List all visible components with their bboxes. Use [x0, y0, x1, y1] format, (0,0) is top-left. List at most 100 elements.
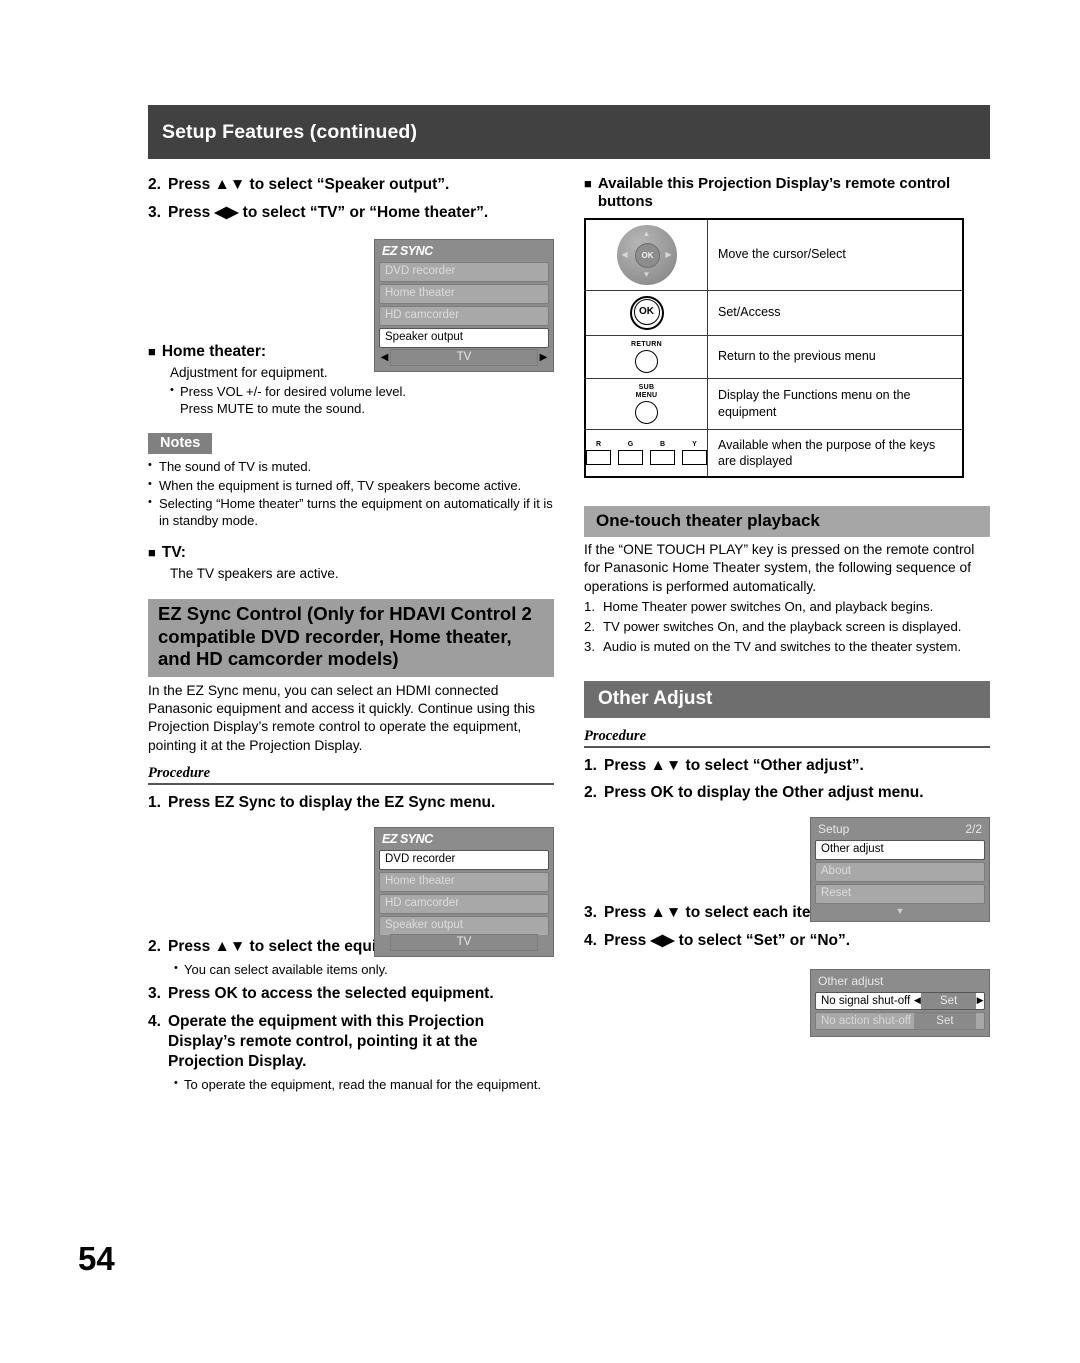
procedure-block-left: Procedure — [148, 765, 554, 786]
sub-menu-button-icon[interactable]: SUB MENU — [586, 384, 707, 424]
return-cell: RETURN — [584, 334, 708, 379]
one-touch-step-1: 1. Home Theater power switches On, and p… — [584, 598, 990, 615]
osd-row-label: No signal shut-off — [821, 994, 911, 1007]
procedure-label: Procedure — [148, 765, 211, 782]
step-4-note: • To operate the equipment, read the man… — [174, 1076, 554, 1093]
note-item: • The sound of TV is muted. — [148, 458, 554, 475]
osd-row-label: No action shut-off — [821, 1014, 911, 1027]
bullet-dot-icon: • — [148, 459, 152, 472]
home-theater-bullet-2: Press MUTE to mute the sound. — [180, 400, 554, 417]
osd-item-hd-camcorder[interactable]: HD camcorder — [379, 893, 549, 914]
osd-speaker-output-value-row[interactable]: ◀ TV ▶ — [379, 349, 549, 367]
right-arrow-icon-hidden — [538, 937, 549, 948]
square-bullet-icon: ■ — [148, 544, 156, 560]
left-arrow-icon[interactable]: ◀ — [379, 352, 390, 363]
osd-row-value: Set — [921, 992, 977, 1009]
square-bullet-icon: ■ — [148, 343, 156, 359]
osd-item-dvd-recorder[interactable]: DVD recorder — [379, 261, 549, 282]
right-column: ■ Available this Projection Display’s re… — [584, 175, 990, 1039]
other-adjust-osd[interactable]: Other adjust No signal shut-off ◀ Set ▶ … — [810, 968, 990, 1037]
color-key-label: B — [659, 440, 666, 448]
down-arrow-icon: ▼ — [642, 270, 651, 280]
step-2-speaker-output: 2. Press ▲▼ to select “Speaker output”. — [148, 175, 554, 195]
setup-menu-title: Setup — [818, 822, 850, 837]
step-3-tv-or-home-theater: 3. Press ◀▶ to select “TV” or “Home thea… — [148, 203, 554, 223]
button-circle-shape — [635, 349, 658, 373]
right-arrow-icon: ▶ — [665, 249, 672, 259]
dpad-icon[interactable]: ▲ ▼ ◀ ▶ OK — [616, 224, 677, 285]
key-box-shape — [650, 449, 675, 465]
ezsync-menu-speaker-output[interactable]: EZ SYNC DVD recorder Home theater HD cam… — [374, 238, 554, 372]
manual-page: Setup Features (continued) 2. Press ▲▼ t… — [0, 0, 1080, 1363]
step-1-press-ez-sync: 1. Press EZ Sync to display the EZ Sync … — [148, 793, 554, 813]
color-keys-cell: R G B Y — [584, 428, 708, 478]
left-arrow-icon[interactable]: ◀ — [913, 995, 921, 1006]
osd-title-row: EZ SYNC — [379, 240, 549, 262]
notes-label: Notes — [148, 433, 213, 455]
color-key-label: R — [595, 440, 602, 448]
bullet-dot-icon: • — [174, 961, 178, 974]
color-key-blue[interactable]: B — [650, 441, 675, 465]
home-theater-heading-text: Home theater: — [161, 342, 267, 360]
right-arrow-icon[interactable]: ▶ — [538, 352, 549, 363]
ez-sync-control-heading: EZ Sync Control (Only for HDAVI Control … — [148, 599, 554, 677]
osd-item-home-theater[interactable]: Home theater — [379, 283, 549, 304]
ezsync-menu-equipment[interactable]: EZ SYNC DVD recorder Home theater HD cam… — [374, 826, 554, 957]
step-text: Press ▲▼ to select “Speaker output”. — [168, 176, 450, 193]
step-2-note: • You can select available items only. — [174, 961, 554, 978]
step-text: Home Theater power switches On, and play… — [603, 599, 934, 615]
right-arrow-icon[interactable]: ▶ — [976, 995, 984, 1006]
dpad-cell: ▲ ▼ ◀ ▶ OK — [584, 218, 708, 291]
osd-item-reset[interactable]: Reset — [815, 884, 985, 905]
color-key-label: Y — [692, 440, 697, 448]
color-key-red[interactable]: R — [586, 441, 611, 465]
scroll-down-icon[interactable]: ▼ — [815, 906, 985, 917]
step-text: Press ◀▶ to select “Set” or “No”. — [604, 932, 851, 950]
setup-menu-osd[interactable]: Setup 2/2 Other adjust About Reset ▼ — [810, 817, 990, 923]
sub-menu-cell: SUB MENU — [584, 377, 708, 430]
step-text: Press OK to display the Other adjust men… — [604, 784, 924, 802]
color-key-yellow[interactable]: Y — [682, 441, 707, 465]
one-touch-step-2: 2. TV power switches On, and the playbac… — [584, 618, 990, 635]
ok-button-label: OK — [633, 298, 660, 325]
osd-row-no-signal-shutoff[interactable]: No signal shut-off ◀ Set ▶ — [815, 991, 985, 1010]
procedure-block-right: Procedure — [584, 728, 990, 748]
note-text: You can select available items only. — [184, 961, 388, 977]
row-description: Available when the purpose of the keys a… — [707, 428, 964, 478]
color-keys-icon[interactable]: R G B Y — [586, 441, 707, 465]
left-column: 2. Press ▲▼ to select “Speaker output”. … — [148, 175, 554, 1094]
key-box-shape — [586, 449, 611, 465]
step-number: 4. — [584, 932, 597, 950]
osd-item-speaker-output[interactable]: Speaker output — [379, 327, 549, 348]
osd-speaker-output-value-row: TV — [379, 934, 549, 952]
ezsync-logo: EZ SYNC — [382, 243, 433, 258]
one-touch-heading: One-touch theater playback — [584, 506, 990, 538]
step-number: 4. — [148, 1012, 161, 1030]
page-title: Setup Features (continued) — [162, 120, 418, 143]
osd-item-hd-camcorder[interactable]: HD camcorder — [379, 305, 549, 326]
osd-item-speaker-output[interactable]: Speaker output — [379, 915, 549, 935]
osd-item-other-adjust[interactable]: Other adjust — [815, 840, 985, 861]
step-number: 1. — [584, 599, 595, 615]
step-text: Press ◀▶ to select “TV” or “Home theater… — [168, 203, 489, 221]
osd-item-home-theater[interactable]: Home theater — [379, 871, 549, 892]
table-row: R G B Y Available when the purpose of th… — [584, 428, 964, 478]
tv-heading-text: TV: — [161, 543, 186, 561]
osd-value-tv: TV — [390, 934, 538, 952]
osd-item-dvd-recorder[interactable]: DVD recorder — [379, 849, 549, 870]
ok-button-icon[interactable]: OK — [629, 295, 664, 330]
note-text: The sound of TV is muted. — [159, 459, 312, 475]
return-button-icon[interactable]: RETURN — [586, 341, 707, 373]
color-key-green[interactable]: G — [618, 441, 643, 465]
procedure-label: Procedure — [584, 727, 647, 744]
osd-value-tv: TV — [390, 349, 538, 367]
note-text: When the equipment is turned off, TV spe… — [159, 477, 522, 493]
osd-row-no-action-shutoff[interactable]: No action shut-off Set — [815, 1011, 985, 1030]
bullet-dot-icon: • — [148, 477, 152, 490]
bullet-text: Press VOL +/- for desired volume level. — [180, 383, 407, 399]
table-row: SUB MENU Display the Functions menu on t… — [584, 377, 964, 430]
osd-item-about[interactable]: About — [815, 862, 985, 883]
procedure-rule — [148, 783, 554, 786]
ok-cell: OK — [584, 289, 708, 336]
ezsync-logo: EZ SYNC — [382, 831, 433, 846]
